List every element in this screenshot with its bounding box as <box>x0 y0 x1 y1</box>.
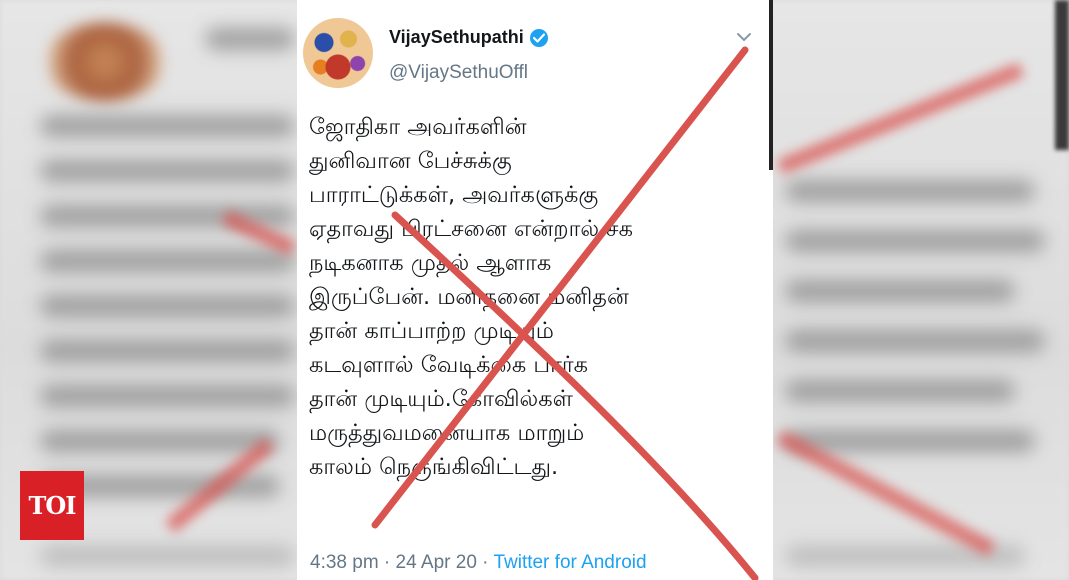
verified-badge-icon <box>529 28 548 47</box>
tweet-date[interactable]: 24 Apr 20 <box>396 552 477 573</box>
blurred-text-line <box>40 545 295 567</box>
tweet-meta: 4:38 pm · 24 Apr 20 · Twitter for Androi… <box>310 552 647 574</box>
user-handle[interactable]: @VijaySethuOffl <box>389 62 528 84</box>
blurred-text-line <box>40 160 295 182</box>
avatar[interactable] <box>303 18 373 88</box>
blurred-text-line <box>785 180 1035 202</box>
meta-separator: · <box>378 552 396 573</box>
blurred-text-line <box>785 430 1035 452</box>
blurred-text-line <box>40 295 295 317</box>
author-row: VijaySethupathi <box>389 27 548 48</box>
blurred-avatar <box>45 22 165 102</box>
blurred-text-line <box>785 230 1045 252</box>
blurred-text-line <box>40 430 280 452</box>
blurred-text-line <box>40 115 295 137</box>
toi-logo-text: TOI <box>28 491 77 520</box>
blurred-text-line <box>40 250 295 272</box>
toi-logo: TOI <box>20 471 84 540</box>
edge-strip <box>1055 0 1069 150</box>
tweet-body: ஜோதிகா அவர்களின் துனிவான பேச்சுக்கு பாரா… <box>309 114 634 480</box>
meta-separator: · <box>476 552 494 573</box>
blurred-text-line <box>785 280 1015 302</box>
blurred-text-line <box>40 340 295 362</box>
blurred-text-line <box>785 330 1045 352</box>
blurred-text-line <box>40 385 295 407</box>
display-name[interactable]: VijaySethupathi <box>389 27 524 48</box>
blurred-text-line <box>785 380 1015 402</box>
tweet-time[interactable]: 4:38 pm <box>310 552 379 573</box>
tweet-card: VijaySethupathi @VijaySethuOffl ஜோதிகா அ… <box>297 0 773 580</box>
tweet-source-link[interactable]: Twitter for Android <box>493 552 646 573</box>
chevron-down-icon[interactable] <box>735 30 753 44</box>
blurred-text-line <box>205 28 295 50</box>
